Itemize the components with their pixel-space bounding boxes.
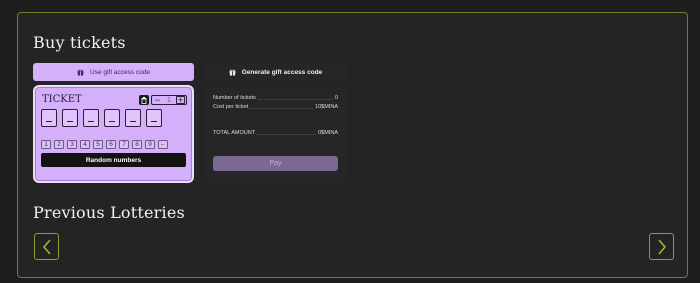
backspace-key[interactable]: ← <box>158 140 168 149</box>
number-slot[interactable] <box>104 109 120 127</box>
gift-icon <box>77 69 84 76</box>
generate-gift-code-label: Generate gift access code <box>241 68 323 76</box>
key-1[interactable]: 1 <box>41 140 51 149</box>
key-9[interactable]: 9 <box>145 140 155 149</box>
key-8[interactable]: 8 <box>132 140 142 149</box>
number-slot[interactable] <box>125 109 141 127</box>
number-of-tickets-value: 0 <box>334 95 338 101</box>
total-amount-value: 0$MINA <box>318 130 338 136</box>
total-amount-label: TOTAL AMOUNT <box>213 130 256 136</box>
key-2[interactable]: 2 <box>54 140 64 149</box>
number-of-tickets-row: Number of tickets 0 <box>213 95 338 101</box>
number-slot[interactable] <box>62 109 78 127</box>
previous-lottery-button[interactable] <box>34 233 59 260</box>
number-slot[interactable] <box>41 109 57 127</box>
random-numbers-button[interactable]: Random numbers <box>41 153 186 167</box>
key-5[interactable]: 5 <box>93 140 103 149</box>
previous-lotteries-title: Previous Lotteries <box>33 203 185 222</box>
cost-per-ticket-value: 10$MINA <box>315 104 338 110</box>
dotted-leader <box>257 98 333 100</box>
cost-per-ticket-row: Cost per ticket 10$MINA <box>213 104 338 110</box>
number-of-tickets-label: Number of tickets <box>213 95 256 101</box>
key-6[interactable]: 6 <box>106 140 116 149</box>
number-slot[interactable] <box>146 109 162 127</box>
generate-gift-code-tab[interactable]: Generate gift access code <box>204 63 347 81</box>
increment-button[interactable]: + <box>176 96 185 105</box>
cost-per-ticket-label: Cost per ticket <box>213 104 249 110</box>
chevron-left-icon <box>42 238 51 255</box>
key-3[interactable]: 3 <box>67 140 77 149</box>
number-slots <box>41 109 162 127</box>
next-lottery-button[interactable] <box>649 233 674 260</box>
buy-tickets-title: Buy tickets <box>33 33 126 52</box>
pay-button[interactable]: Pay <box>213 156 338 171</box>
trash-icon[interactable] <box>139 95 149 105</box>
key-7[interactable]: 7 <box>119 140 129 149</box>
ticket-quantity-stepper: − 1 + <box>151 95 187 105</box>
use-gift-code-tab[interactable]: Use gift access code <box>33 63 194 81</box>
dotted-leader <box>257 133 317 135</box>
total-amount-row: TOTAL AMOUNT 0$MINA <box>213 130 338 136</box>
order-summary: Number of tickets 0 Cost per ticket 10$M… <box>204 85 347 183</box>
number-keypad: 1 2 3 4 5 6 7 8 9 ← <box>41 140 168 149</box>
ticket-card: TICKET − 1 + 1 2 3 4 5 6 7 8 9 ← Random … <box>33 85 194 183</box>
key-4[interactable]: 4 <box>80 140 90 149</box>
decrement-button[interactable]: − <box>153 96 162 105</box>
gift-icon <box>229 69 236 76</box>
ticket-quantity-value: 1 <box>167 96 171 104</box>
dotted-leader <box>250 107 314 109</box>
use-gift-code-label: Use gift access code <box>90 68 150 76</box>
ticket-label: TICKET <box>42 94 82 105</box>
number-slot[interactable] <box>83 109 99 127</box>
chevron-right-icon <box>657 238 666 255</box>
